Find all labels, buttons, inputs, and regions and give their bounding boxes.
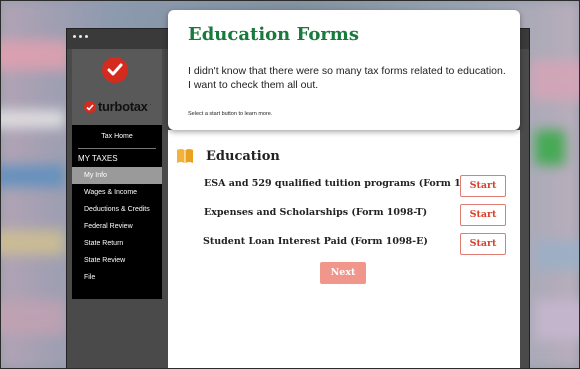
sidebar-item-my-info[interactable]: My Info — [72, 167, 162, 184]
sidebar-item-state-return[interactable]: State Return — [72, 235, 162, 252]
education-header: Education — [176, 148, 280, 164]
form-row-1098e: Student Loan Interest Paid (Form 1098-E) — [203, 236, 428, 247]
brand-name: turbotax — [98, 99, 148, 114]
start-button-1098e[interactable]: Start — [460, 233, 506, 255]
sidebar-item-federal-review[interactable]: Federal Review — [72, 218, 162, 235]
form-label-1098t: Expenses and Scholarships (Form 1098-T) — [204, 207, 428, 218]
sidebar-nav: My Info Wages & Income Deductions & Cred… — [72, 167, 162, 286]
education-forms-dialog: Education Forms I didn't know that there… — [168, 10, 520, 130]
education-title: Education — [206, 148, 280, 164]
my-taxes-heading: MY TAXES — [78, 154, 118, 163]
start-button-1098t[interactable]: Start — [460, 204, 506, 226]
next-button[interactable]: Next — [320, 262, 366, 284]
start-button-1099q[interactable]: Start — [460, 175, 506, 197]
form-row-1099q: ESA and 529 qualified tuition programs (… — [204, 178, 497, 189]
form-label-1099q: ESA and 529 qualified tuition programs (… — [204, 178, 498, 189]
sidebar-item-deductions-credits[interactable]: Deductions & Credits — [72, 201, 162, 218]
form-label-1098e: Student Loan Interest Paid (Form 1098-E) — [203, 236, 428, 247]
book-icon — [176, 148, 194, 164]
sidebar-item-file[interactable]: File — [72, 269, 162, 286]
turbotax-logo[interactable]: turbotax . — [84, 99, 151, 114]
check-circle-icon — [102, 57, 128, 83]
sidebar-item-state-review[interactable]: State Review — [72, 252, 162, 269]
form-row-1098t: Expenses and Scholarships (Form 1098-T) — [204, 207, 427, 218]
education-panel: Education ESA and 529 qualified tuition … — [168, 130, 520, 369]
dialog-description: I didn't know that there were so many ta… — [188, 65, 506, 91]
sidebar-header: turbotax . — [72, 49, 162, 125]
tax-home-link[interactable]: Tax Home — [78, 125, 156, 149]
sidebar-item-wages-income[interactable]: Wages & Income — [72, 184, 162, 201]
sidebar: turbotax . Tax Home MY TAXES My Info Wag… — [72, 49, 162, 299]
turbotax-check-icon — [84, 100, 96, 113]
dialog-hint: Select a start button to learn more. — [188, 111, 273, 117]
brand-mark: . — [149, 101, 152, 107]
window-controls[interactable] — [73, 35, 88, 38]
dialog-title: Education Forms — [188, 24, 359, 45]
